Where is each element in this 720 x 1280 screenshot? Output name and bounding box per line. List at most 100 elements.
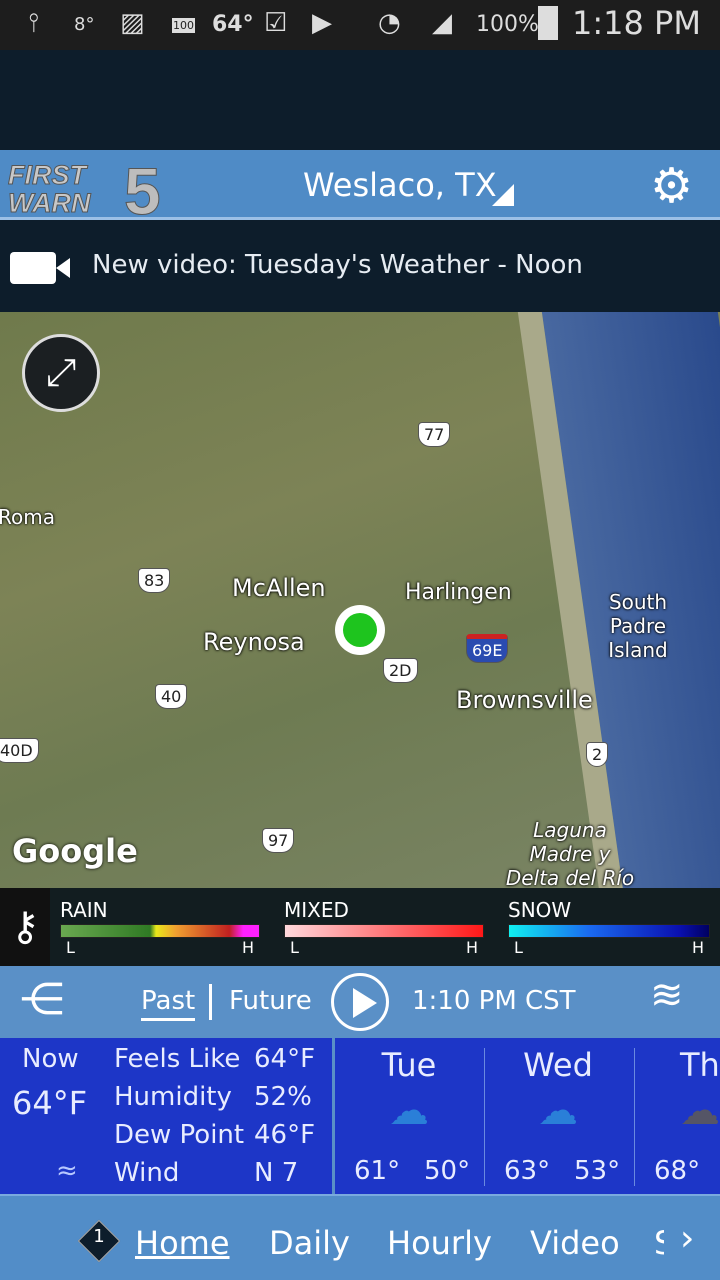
dew-point-value: 46°F [254,1120,316,1150]
video-banner[interactable]: New video: Tuesday's Weather - Noon [0,222,720,312]
svg-text:WARN: WARN [8,188,91,216]
partly-cloudy-icon: ☁ [680,1088,720,1134]
low-temp: 53° [574,1156,621,1186]
location-selector[interactable]: Weslaco, TX [303,166,497,204]
past-tab[interactable]: Past [141,986,196,1021]
map-label-reynosa: Reynosa [203,628,305,656]
key-icon[interactable]: ⚷ [0,888,50,966]
radar-map[interactable]: Roma McAllen Reynosa Harlingen South Pad… [0,312,720,888]
forecast-day[interactable]: Wed ☁ 63° 53° [490,1038,634,1196]
battery-icon [538,6,558,40]
highway-shield: 83 [138,568,171,593]
highway-shield: 40 [155,684,188,709]
current-temp: 64°F [12,1084,88,1122]
legend-rain: RAIN L H [60,898,260,957]
humidity-label: Humidity [114,1082,232,1112]
day-label: Tue [381,1046,437,1084]
interstate-shield: 69E [466,634,509,663]
play-button[interactable] [331,973,389,1031]
video-camera-icon [10,252,56,284]
battery-percent: 100% [476,12,539,37]
map-label-mcallen: McAllen [232,574,326,602]
nav-video[interactable]: Video [530,1224,620,1262]
chevron-right-icon[interactable]: › [680,1218,694,1259]
share-icon[interactable]: ⋲ [20,974,64,1025]
legend-snow: SNOW L H [508,898,710,957]
nav-more[interactable]: S [654,1224,664,1262]
mixed-scale [284,924,484,938]
rain-scale [60,924,260,938]
legend-mixed: MIXED L H [284,898,484,957]
low-label: L [66,938,75,957]
fullscreen-expand-icon[interactable]: ⤢ [22,334,100,412]
usb-icon: ⫯ [28,8,40,38]
now-label: Now [22,1044,79,1074]
location-pin[interactable] [335,605,385,655]
humidity-value: 52% [254,1082,312,1112]
bottom-nav: 1 Home Daily Hourly Video S › [0,1194,720,1280]
low-label: L [514,938,523,957]
day-label: Wed [523,1046,593,1084]
highway-shield: 2 [586,742,609,767]
divider [634,1048,635,1186]
low-temp: 50° [424,1156,471,1186]
banner-text: New video: Tuesday's Weather - Noon [92,250,583,280]
highway-shield: 97 [262,828,295,853]
status-bar: ⫯ 8° ▨ 100 64° ☑ ▶ ◔ ◢ 100% 1:18 PM [0,0,720,50]
map-label-brownsville: Brownsville [456,686,593,714]
location-dot [343,613,377,647]
legend-rain-label: RAIN [60,898,108,922]
dew-point-label: Dew Point [114,1120,245,1150]
wind-icon: ≈ [56,1156,78,1186]
map-label-harlingen: Harlingen [405,580,512,605]
rain-icon: ☁ [538,1088,578,1134]
radar-time: 1:10 PM CST [412,986,576,1016]
image-icon: ▨ [120,8,145,38]
map-label-laguna-madre: Laguna Madre y Delta del Río Bravo [505,818,635,888]
feels-like-value: 64°F [254,1044,316,1074]
logo: FIRST WARN 5 [6,154,196,229]
forecast-day[interactable]: Tue ☁ 61° 50° [340,1038,484,1196]
divider [332,1038,335,1196]
legend-mixed-label: MIXED [284,898,349,922]
bag-check-icon: ☑ [264,8,288,38]
divider [484,1048,485,1186]
highway-shield: 40D [0,738,39,763]
high-label: H [691,938,704,957]
map-label-south-padre: South Padre Island [608,590,668,662]
nav-daily[interactable]: Daily [269,1224,350,1262]
temp-notification: 64° [212,12,254,37]
forecast-day[interactable]: Th ☁ 68° [640,1038,720,1196]
snow-scale [508,924,710,938]
spacer [0,50,720,150]
high-temp: 63° [504,1156,551,1186]
radar-controls: ⋲ Past Future 1:10 PM CST ≋ [0,966,720,1036]
badge-count: 1 [93,1226,105,1247]
rain-icon: ☁ [389,1088,429,1134]
wifi-icon: ◔ [378,8,401,38]
nav-home[interactable]: Home [135,1224,230,1262]
future-tab[interactable]: Future [229,986,312,1016]
svg-text:FIRST: FIRST [8,160,89,190]
video-camera-lens [56,258,70,278]
wind-label: Wind [114,1158,180,1188]
wind-value: N 7 [254,1158,299,1188]
feels-like-label: Feels Like [114,1044,241,1074]
layers-icon[interactable]: ≋ [650,972,684,1018]
legend-snow-label: SNOW [508,898,572,922]
map-label-roma: Roma [0,505,55,529]
highway-shield: 77 [418,422,451,447]
nav-hourly[interactable]: Hourly [387,1224,492,1262]
play-icon [353,988,386,1018]
weather-notification: 8° [74,14,95,35]
high-label: H [241,938,254,957]
high-temp: 61° [354,1156,401,1186]
gear-icon[interactable]: ⚙ [650,162,693,210]
clock: 1:18 PM [572,4,701,42]
app-header: FIRST WARN 5 Weslaco, TX ⚙ [0,150,720,229]
radar-legend: ⚷ RAIN L H MIXED L H SNOW L H [0,888,720,966]
play-store-icon: ▶ [312,8,332,38]
dropdown-triangle-icon[interactable] [492,184,514,206]
high-temp: 68° [654,1156,701,1186]
google-attribution: Google [12,832,138,870]
